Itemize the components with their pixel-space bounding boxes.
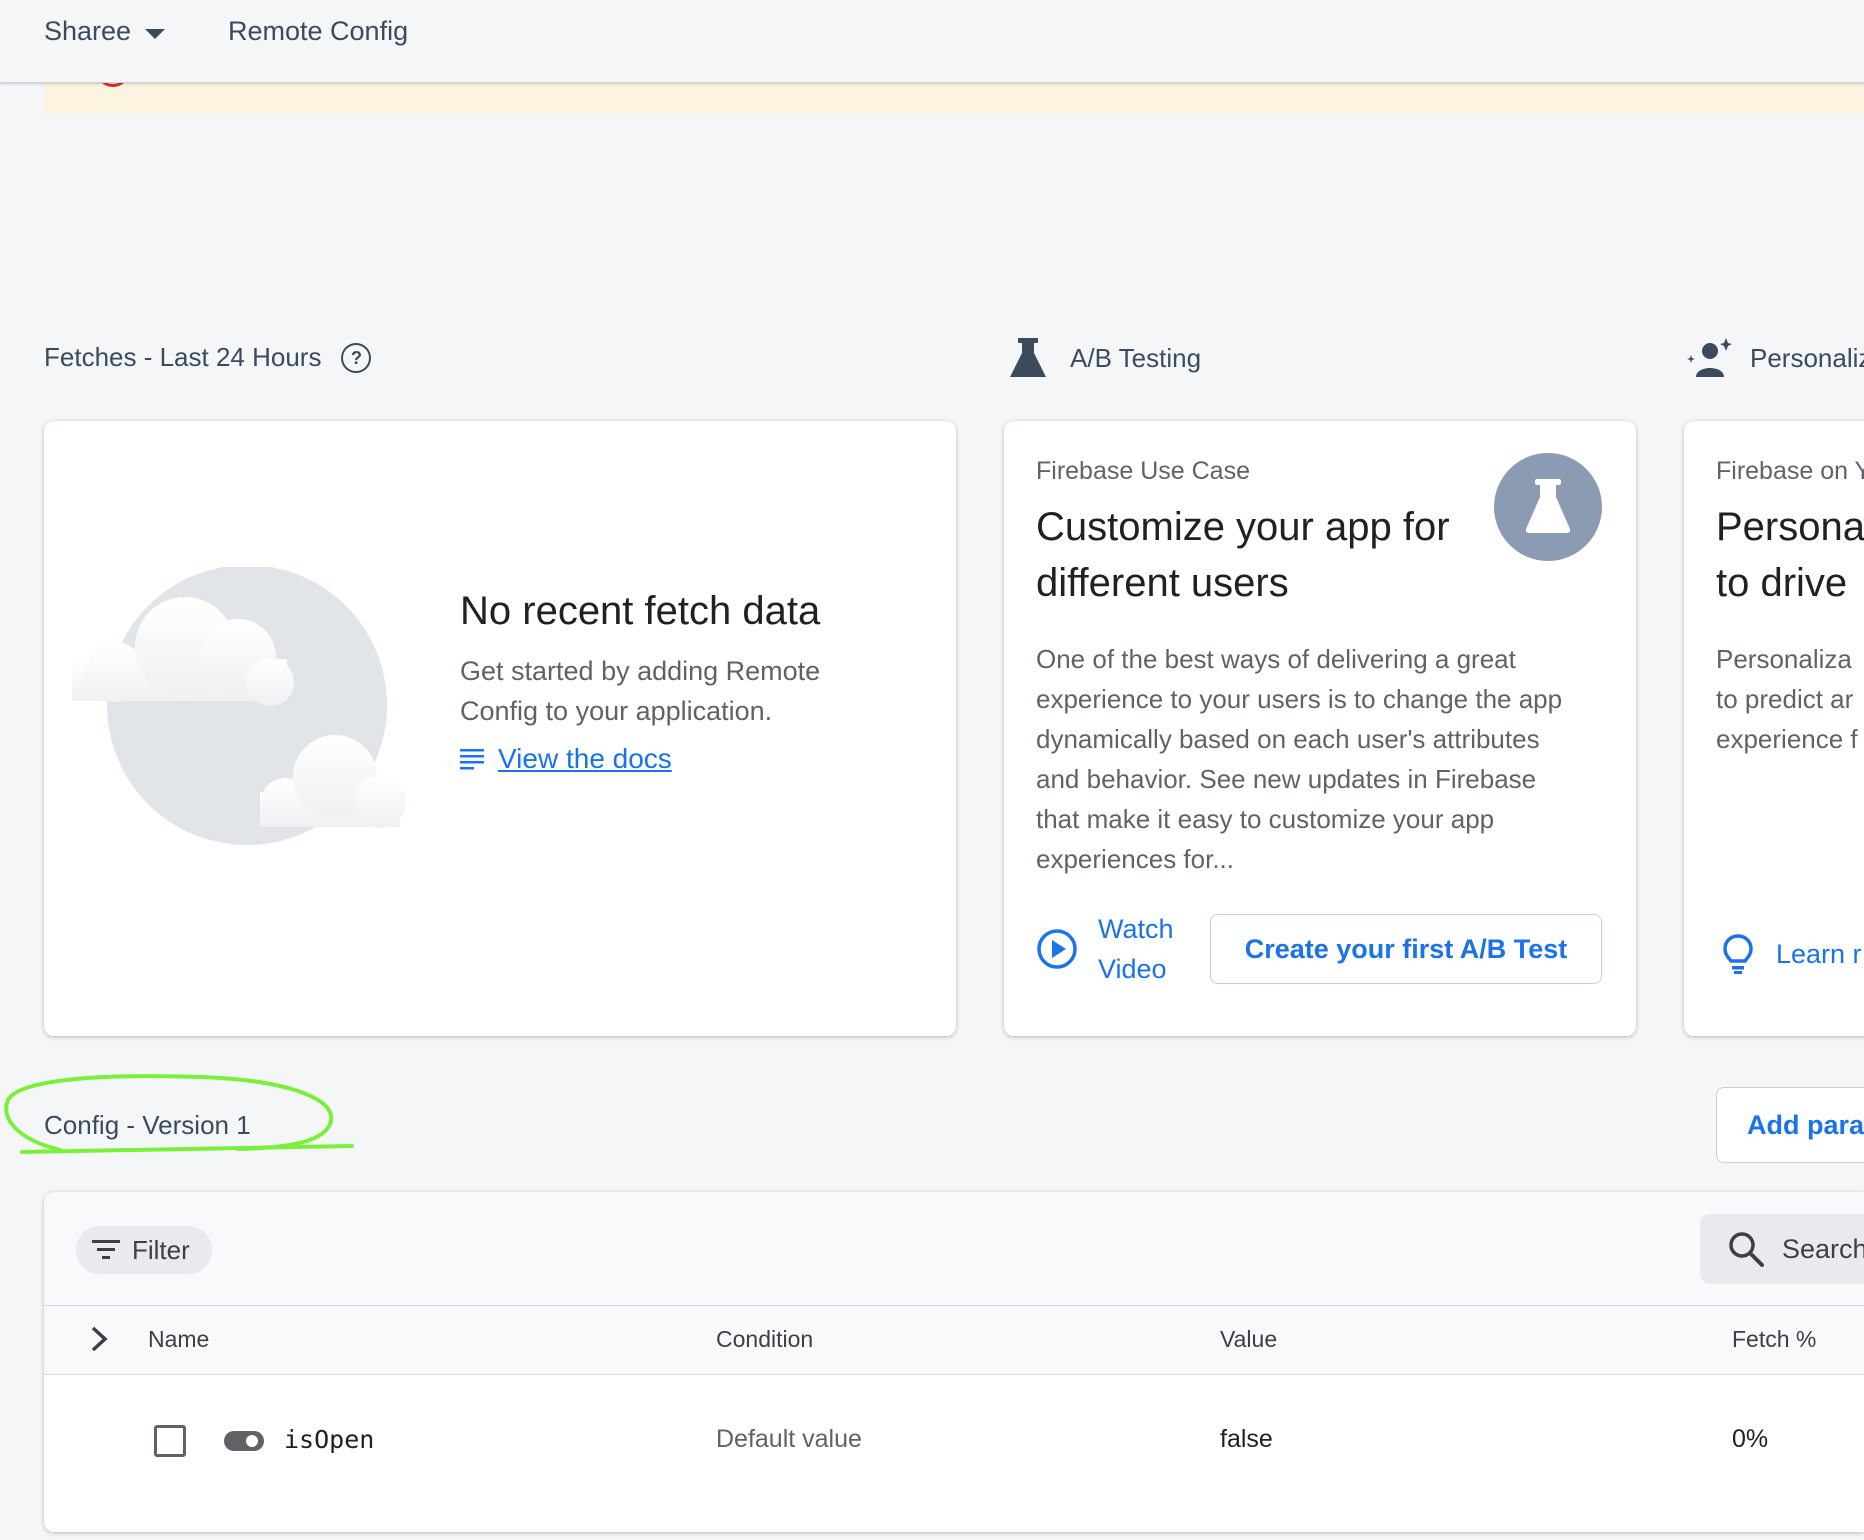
personalization-card: Firebase on Y Personal to drive Personal… — [1684, 421, 1864, 1036]
parameter-condition: Default value — [716, 1425, 862, 1453]
ab-testing-card: Firebase Use Case Customize your app for… — [1004, 421, 1636, 1036]
fetches-title: Fetches - Last 24 Hours — [44, 342, 322, 372]
add-parameter-button[interactable]: Add para — [1716, 1087, 1864, 1163]
use-case-body-line: One of the best ways of delivering a gre… — [1036, 644, 1516, 674]
create-ab-test-button[interactable]: Create your first A/B Test — [1210, 914, 1602, 984]
play-circle-icon — [1037, 929, 1077, 969]
row-checkbox[interactable] — [154, 1425, 186, 1457]
project-name: Sharee — [44, 16, 132, 46]
column-header-name[interactable]: Name — [148, 1326, 209, 1353]
ab-testing-title: A/B Testing — [1070, 342, 1202, 373]
use-case-title-line: Customize your app for — [1036, 505, 1450, 549]
personalization-body-line: to predict ar — [1716, 684, 1854, 714]
empty-state-description: Get started by adding Remote Config to y… — [460, 651, 820, 731]
column-header-fetch[interactable]: Fetch % — [1732, 1326, 1816, 1353]
watch-video-label-line: Video — [1098, 954, 1167, 984]
parameters-table: Filter Search Name Condition Value Fetch… — [44, 1192, 1864, 1532]
learn-more-label[interactable]: Learn r — [1776, 939, 1862, 970]
use-case-eyebrow: Firebase Use Case — [1036, 457, 1250, 485]
docs-link[interactable]: View the docs — [460, 743, 672, 775]
use-case-title-line: different users — [1036, 561, 1289, 605]
fetches-section-header: Fetches - Last 24 Hours ? — [44, 342, 372, 373]
learn-more-link[interactable]: Learn r — [1722, 933, 1862, 975]
filter-label: Filter — [132, 1234, 190, 1265]
flask-icon — [1010, 338, 1046, 377]
project-selector[interactable]: Sharee — [44, 16, 166, 47]
use-case-body: One of the best ways of delivering a gre… — [1036, 639, 1616, 879]
use-case-body-line: dynamically based on each user's attribu… — [1036, 724, 1540, 754]
personalization-section-header: Personaliz — [1686, 337, 1864, 379]
chevron-down-icon — [145, 28, 166, 39]
empty-desc-line: Get started by adding Remote — [460, 656, 821, 686]
config-version-title: Config - Version 1 — [44, 1110, 251, 1140]
parameter-fetch-percent: 0% — [1732, 1425, 1769, 1453]
watch-video-label[interactable]: Watch Video — [1098, 909, 1174, 989]
personalization-body-line: experience f — [1716, 724, 1858, 754]
filter-icon — [92, 1240, 120, 1259]
fetches-card: No recent fetch data Get started by addi… — [44, 421, 956, 1036]
personalization-title: Personaliz — [1750, 342, 1864, 373]
table-header-row: Name Condition Value Fetch % — [44, 1305, 1864, 1375]
cloud-illustration — [72, 567, 406, 845]
docs-link-label[interactable]: View the docs — [498, 743, 672, 775]
personalization-eyebrow: Firebase on Y — [1716, 457, 1864, 485]
table-row[interactable]: isOpen Default value false 0% — [44, 1375, 1864, 1532]
boolean-toggle-icon — [224, 1431, 264, 1451]
flask-badge-icon — [1494, 453, 1602, 561]
empty-desc-line: Config to your application. — [460, 696, 773, 726]
help-icon[interactable]: ? — [341, 342, 372, 373]
column-header-value[interactable]: Value — [1220, 1326, 1277, 1353]
use-case-body-line: and behavior. See new updates in Firebas… — [1036, 764, 1537, 794]
person-sparkle-icon — [1687, 338, 1732, 377]
personalization-title-line: to drive — [1716, 561, 1848, 605]
warning-banner — [44, 82, 1864, 114]
lightbulb-icon — [1723, 934, 1753, 974]
use-case-title: Customize your app for different users — [1036, 499, 1450, 611]
column-header-condition[interactable]: Condition — [716, 1326, 813, 1353]
search-icon — [1729, 1232, 1764, 1267]
filter-chip[interactable]: Filter — [76, 1226, 212, 1274]
personalization-body-line: Personaliza — [1716, 644, 1852, 674]
personalization-card-title: Personal to drive — [1716, 499, 1864, 611]
empty-state-title: No recent fetch data — [460, 589, 821, 633]
ab-testing-section-header: A/B Testing — [1008, 337, 1201, 379]
top-app-bar: Sharee Remote Config — [0, 0, 1864, 83]
notes-icon — [460, 749, 484, 770]
watch-video-label-line: Watch — [1098, 914, 1174, 944]
watch-video-link[interactable]: Watch Video — [1036, 909, 1174, 989]
parameter-name[interactable]: isOpen — [284, 1425, 374, 1454]
use-case-body-line: experiences for... — [1036, 844, 1234, 874]
use-case-body-line: experience to your users is to change th… — [1036, 684, 1563, 714]
personalization-title-line: Personal — [1716, 505, 1864, 549]
breadcrumb: Remote Config — [228, 16, 409, 46]
search-field[interactable]: Search — [1700, 1214, 1864, 1284]
search-placeholder: Search — [1782, 1233, 1864, 1264]
chevron-right-icon[interactable] — [90, 1326, 108, 1352]
personalization-body: Personaliza to predict ar experience f — [1716, 639, 1858, 759]
use-case-body-line: that make it easy to customize your app — [1036, 804, 1495, 834]
parameter-value[interactable]: false — [1220, 1425, 1273, 1454]
